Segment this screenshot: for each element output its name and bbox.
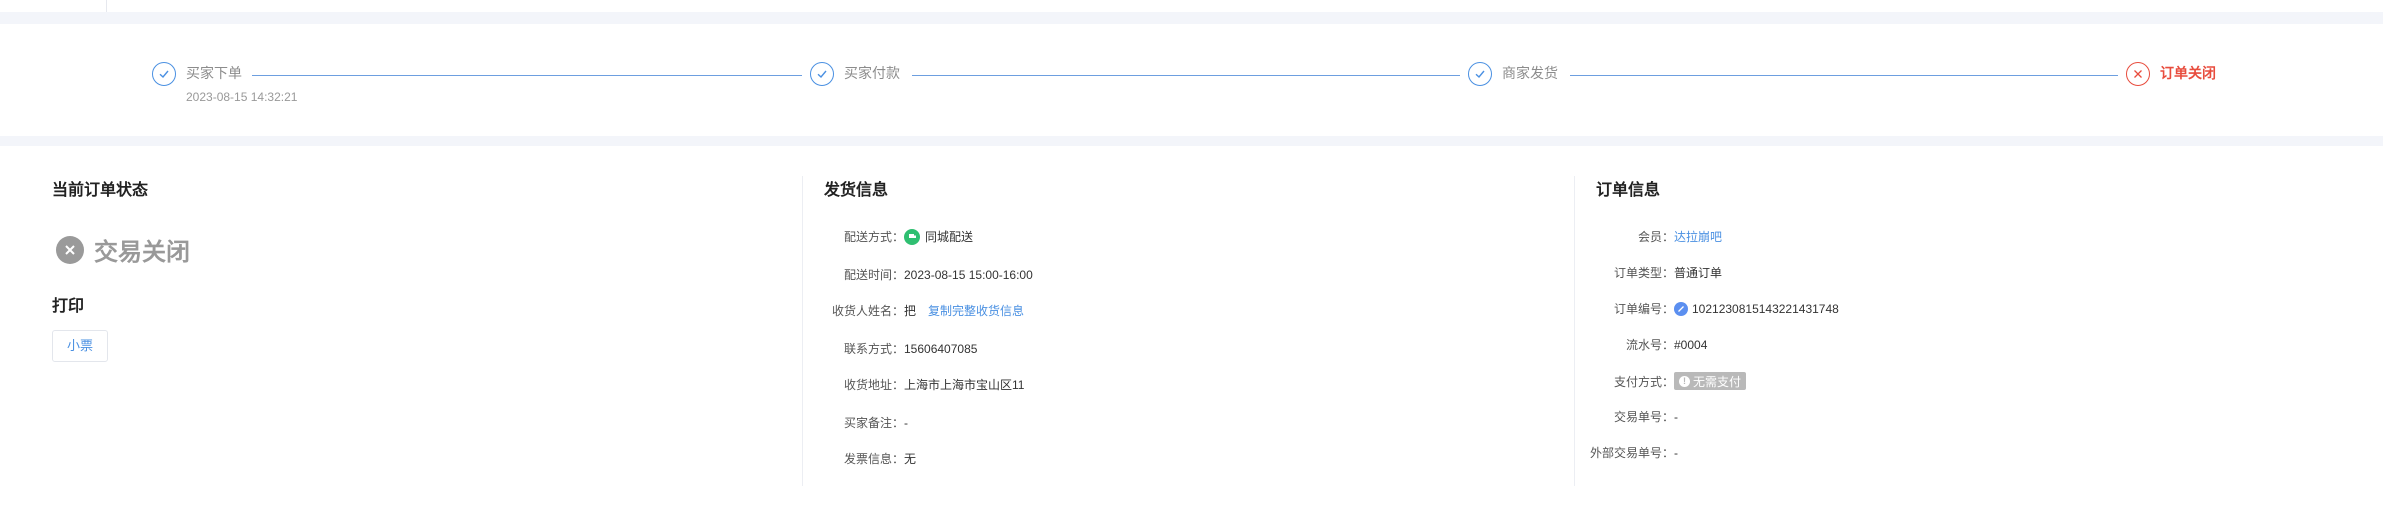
- field-label: 流水号：: [1625, 338, 1674, 352]
- field-label: 交易单号：: [1613, 410, 1674, 424]
- field-label: 买家备注：: [843, 416, 904, 430]
- field-value: 普通订单: [1674, 266, 1723, 280]
- top-bar-divider: [106, 0, 107, 12]
- check-icon: [152, 62, 176, 86]
- receiver-row: 收货人姓名： 把 复制完整收货信息: [820, 302, 1024, 319]
- print-receipt-button[interactable]: 小票: [52, 330, 109, 362]
- step-buyer-pay: 买家付款: [810, 62, 900, 86]
- field-label: 配送时间：: [843, 268, 904, 282]
- payment-row: 支付方式： ! 无需支付: [1582, 372, 1747, 390]
- order-detail-panel: 当前订单状态 交易关闭 打印 小票 发货信息 配送方式： 同城配送 配送时间： …: [0, 146, 2383, 512]
- print-title: 打印: [52, 298, 85, 315]
- payment-tag: ! 无需支付: [1674, 372, 1747, 390]
- check-icon: [1468, 62, 1492, 86]
- step-order-closed: 订单关闭: [2126, 62, 2216, 86]
- trade-no-row: 交易单号： -: [1582, 408, 1678, 425]
- status-text: 交易关闭: [94, 239, 190, 266]
- close-circle-icon: [2126, 62, 2150, 86]
- field-value: 15606407085: [904, 341, 978, 356]
- delivery-icon: [904, 228, 920, 245]
- field-label: 会员：: [1637, 230, 1674, 244]
- step-label: 商家发货: [1502, 65, 1558, 81]
- check-icon: [810, 62, 834, 86]
- shipping-time-row: 配送时间： 2023-08-15 15:00-16:00: [820, 266, 1033, 283]
- step-buyer-order: 买家下单 2023-08-15 14:32:21: [152, 62, 297, 104]
- field-label: 订单类型：: [1613, 266, 1674, 280]
- field-value: 把: [904, 304, 917, 318]
- shipping-info-title: 发货信息: [824, 182, 889, 199]
- field-label: 订单编号：: [1613, 302, 1674, 316]
- order-number-row: 订单编号： 102123081514322143174​8: [1582, 300, 1839, 317]
- column-divider: [802, 176, 803, 486]
- top-bar: [0, 0, 2383, 12]
- field-value: 2023-08-15 15:00-16:00: [904, 267, 1033, 282]
- copy-address-link[interactable]: 复制完整收货信息: [928, 302, 1024, 319]
- field-value: -: [1674, 409, 1678, 424]
- step-connector: [1570, 75, 2118, 76]
- field-label: 配送方式：: [843, 230, 904, 244]
- field-label: 支付方式：: [1613, 374, 1674, 389]
- column-divider: [1574, 176, 1575, 486]
- address-row: 收货地址： 上海市上海市宝山区11: [820, 376, 1024, 393]
- order-type-row: 订单类型： 普通订单: [1582, 264, 1722, 281]
- buyer-remark-row: 买家备注： -: [820, 414, 908, 431]
- order-status: 交易关闭: [56, 232, 190, 267]
- field-label: 收货人姓名：: [831, 304, 904, 318]
- field-label: 外部交易单号：: [1589, 446, 1674, 460]
- field-value: -: [1674, 445, 1678, 460]
- member-link[interactable]: 达拉崩吧: [1674, 228, 1722, 245]
- external-trade-no-row: 外部交易单号： -: [1582, 444, 1678, 461]
- order-info-title: 订单信息: [1596, 182, 1661, 199]
- serial-row: 流水号： #0004: [1582, 336, 1707, 353]
- field-label: 发票信息：: [843, 452, 904, 466]
- field-label: 收货地址：: [843, 378, 904, 392]
- current-status-title: 当前订单状态: [52, 182, 149, 199]
- close-circle-icon: [56, 235, 84, 264]
- step-label: 买家付款: [844, 65, 900, 81]
- invoice-row: 发票信息： 无: [820, 450, 916, 467]
- member-row: 会员： 达拉崩吧: [1582, 228, 1722, 245]
- field-value: 无: [904, 452, 917, 466]
- step-connector: [252, 75, 802, 76]
- field-label: 联系方式：: [843, 342, 904, 356]
- step-connector: [912, 75, 1460, 76]
- phone-row: 联系方式： 15606407085: [820, 340, 977, 357]
- field-value: -: [904, 415, 908, 430]
- step-label: 买家下单: [186, 65, 242, 81]
- field-value: #0004: [1674, 337, 1708, 352]
- field-value: 无需支付: [1693, 374, 1742, 389]
- field-value: 同城配送: [925, 230, 974, 244]
- step-label: 订单关闭: [2160, 65, 2216, 81]
- step-time: 2023-08-15 14:32:21: [186, 90, 298, 104]
- shipping-method-row: 配送方式： 同城配送: [820, 228, 973, 245]
- order-progress: 买家下单 2023-08-15 14:32:21 买家付款 商家发货 订单关闭: [0, 24, 2383, 136]
- link-icon: [1674, 301, 1688, 316]
- field-value: 上海市上海市宝山区11: [904, 378, 1025, 392]
- info-icon: !: [1679, 375, 1690, 387]
- field-value: 102123081514322143174​8: [1692, 301, 1839, 316]
- step-merchant-ship: 商家发货: [1468, 62, 1558, 86]
